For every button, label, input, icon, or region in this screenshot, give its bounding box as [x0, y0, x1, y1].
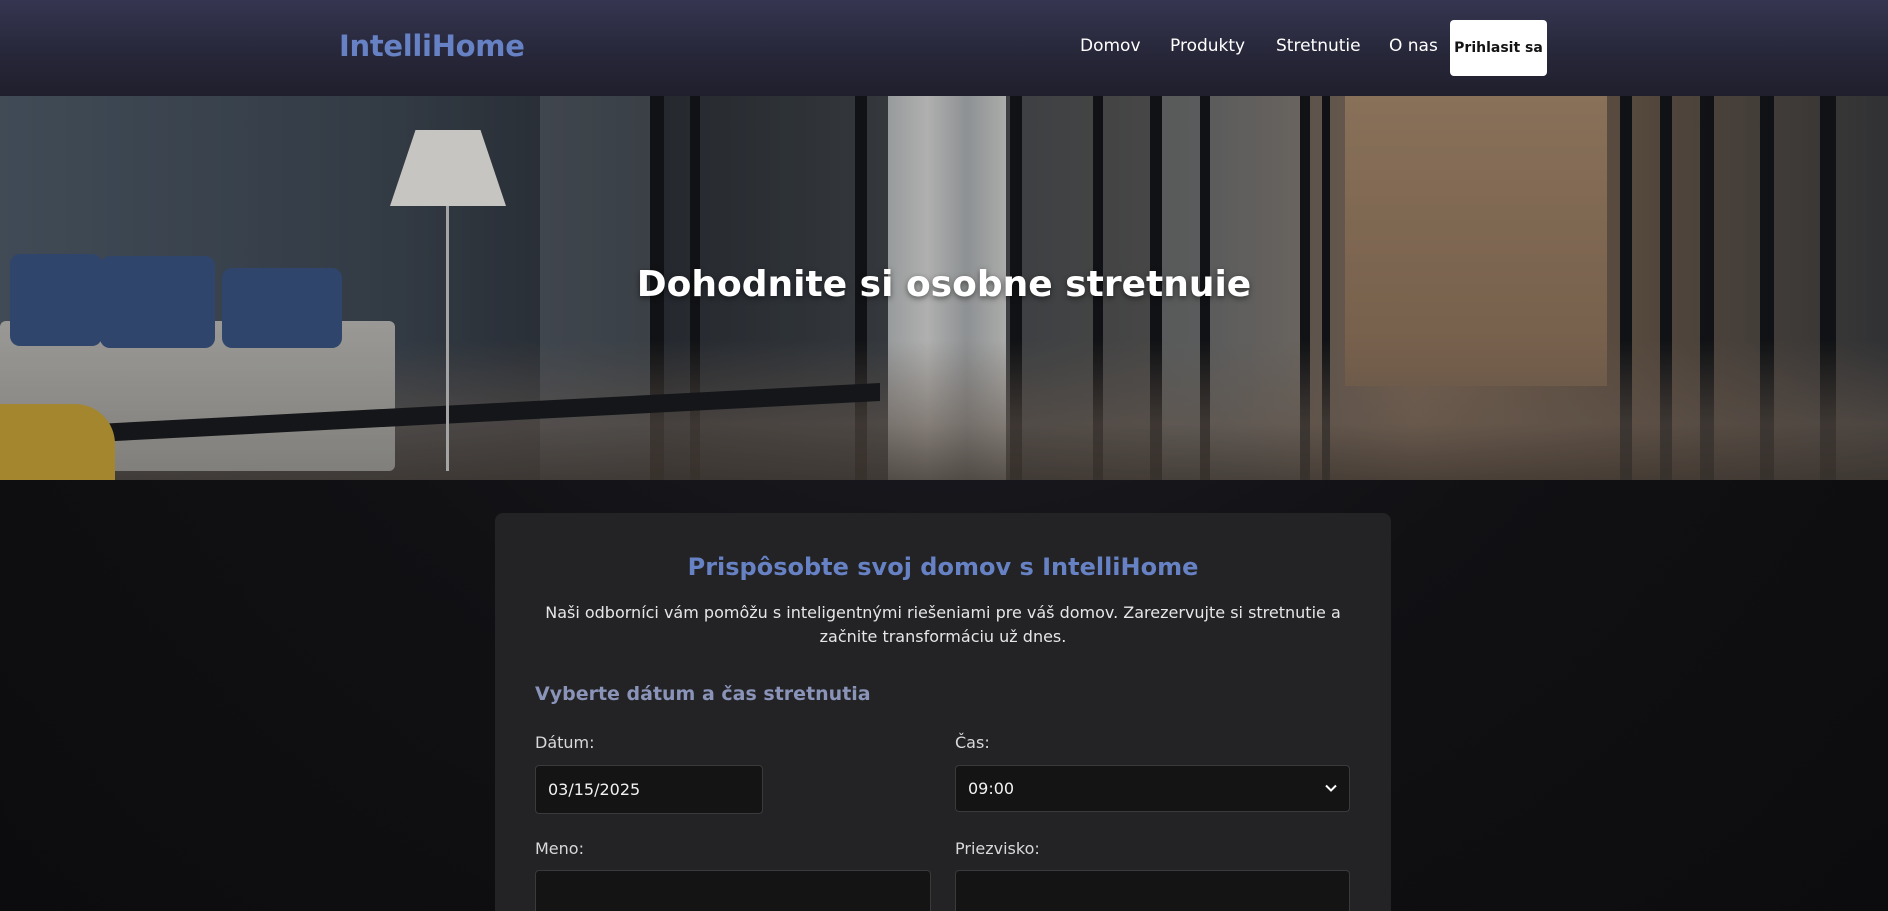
- card-title: Prispôsobte svoj domov s IntelliHome: [687, 553, 1199, 581]
- top-navigation-bar: IntelliHome Domov Produkty Stretnutie O …: [0, 0, 1888, 96]
- hero-title: Dohodnite si osobne stretnuie: [636, 264, 1252, 305]
- time-value: 09:00: [968, 779, 1015, 798]
- nav-link-about[interactable]: O nas: [1389, 36, 1438, 56]
- date-value: 03/15/2025: [548, 780, 641, 799]
- date-input[interactable]: 03/15/2025: [535, 765, 763, 814]
- booking-card: Prispôsobte svoj domov s IntelliHome Naš…: [495, 513, 1391, 911]
- nav-link-products[interactable]: Produkty: [1170, 36, 1245, 56]
- first-name-label: Meno:: [535, 839, 584, 858]
- login-button[interactable]: Prihlasit sa: [1450, 20, 1547, 76]
- datetime-section-title: Vyberte dátum a čas stretnutia: [535, 683, 871, 705]
- date-label: Dátum:: [535, 733, 595, 752]
- card-description: Naši odborníci vám pomôžu s inteligentný…: [545, 603, 1341, 646]
- last-name-input[interactable]: [955, 870, 1350, 911]
- last-name-label: Priezvisko:: [955, 839, 1040, 858]
- hero-banner: Dohodnite si osobne stretnuie: [0, 96, 1888, 480]
- time-label: Čas:: [955, 733, 990, 752]
- main-nav: Domov Produkty Stretnutie O nas Prihlasi…: [0, 0, 1888, 96]
- first-name-input[interactable]: [535, 870, 931, 911]
- nav-link-meeting[interactable]: Stretnutie: [1276, 36, 1361, 56]
- nav-link-home[interactable]: Domov: [1080, 36, 1141, 56]
- chevron-down-icon: [1325, 781, 1337, 796]
- time-select[interactable]: 09:00: [955, 765, 1350, 812]
